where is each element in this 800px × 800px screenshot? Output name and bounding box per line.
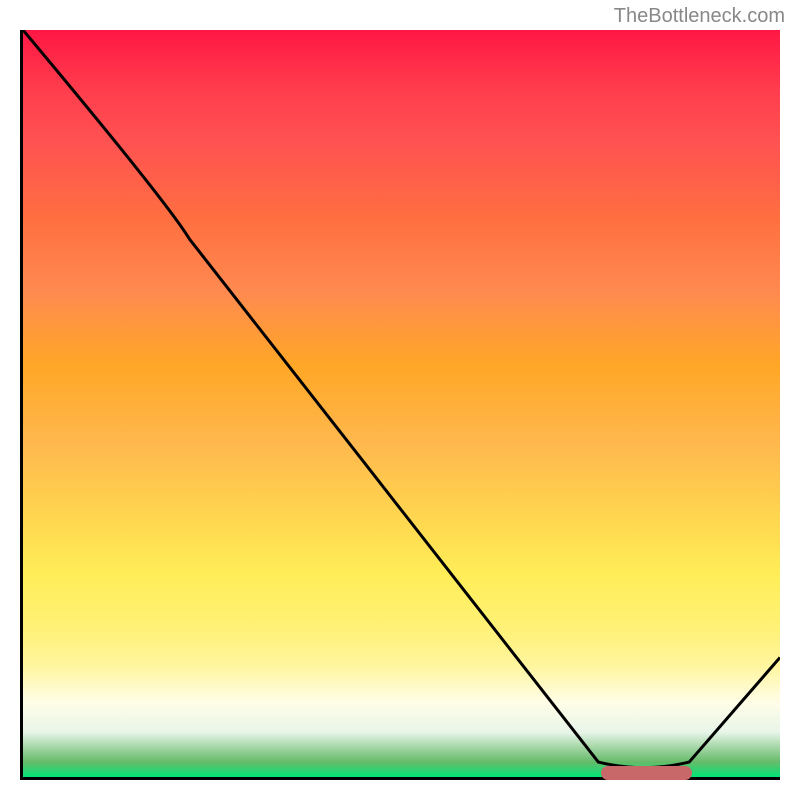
- optimal-range-marker: [601, 766, 692, 780]
- watermark-text: TheBottleneck.com: [614, 5, 785, 28]
- chart-line-svg: [23, 30, 780, 777]
- chart-container: [20, 30, 780, 780]
- bottleneck-curve: [23, 30, 780, 768]
